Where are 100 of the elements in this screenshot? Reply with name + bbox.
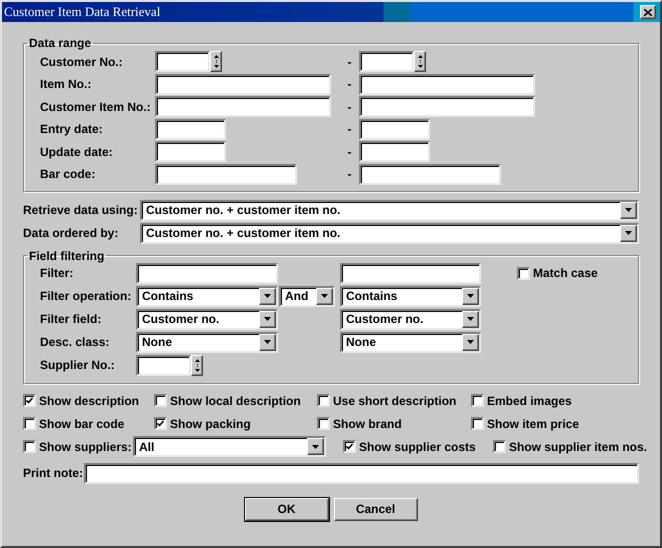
dropdown-field[interactable]: All <box>133 436 326 458</box>
spin-arrows-icon <box>194 358 200 372</box>
field-label: Entry date: <box>40 121 104 138</box>
field-label: Customer No.: <box>40 54 124 70</box>
dialog-button[interactable]: Cancel <box>334 498 418 521</box>
dropdown-field[interactable]: Customer no. <box>340 308 481 330</box>
text-field[interactable] <box>84 462 639 484</box>
dropdown-button[interactable] <box>620 202 637 219</box>
dropdown-button[interactable] <box>316 288 333 305</box>
checkbox-label: Match case <box>533 265 598 282</box>
text-field[interactable] <box>155 141 226 162</box>
dropdown-button[interactable] <box>462 288 479 305</box>
caret-icon <box>625 208 632 212</box>
checkbox[interactable] <box>317 417 330 430</box>
spin-arrows-icon <box>214 55 218 68</box>
check-icon <box>346 443 353 450</box>
checkbox-label: Show supplier item nos. <box>509 438 648 456</box>
checkbox[interactable] <box>493 440 506 454</box>
text-field[interactable] <box>155 96 331 118</box>
range-separator: - <box>346 166 352 184</box>
checkbox[interactable] <box>23 417 36 430</box>
checkbox[interactable] <box>154 394 167 408</box>
text-field[interactable] <box>359 118 430 140</box>
text-field[interactable] <box>155 74 331 95</box>
checkbox[interactable] <box>154 417 167 430</box>
field-label: Filter operation: <box>40 288 132 306</box>
checkbox-label: Show supplier costs <box>359 438 476 456</box>
dropdown-field[interactable]: And <box>279 286 335 307</box>
spin-button[interactable] <box>414 51 426 72</box>
checkbox-label: Show description <box>39 392 140 410</box>
dropdown-button[interactable] <box>620 224 637 242</box>
text-field[interactable] <box>340 262 481 284</box>
text-field[interactable] <box>359 96 535 118</box>
checkbox-label: Show local description <box>170 392 301 410</box>
caret-icon <box>467 340 474 344</box>
checkbox[interactable] <box>23 440 36 454</box>
field-label: Item No.: <box>40 76 92 94</box>
spin-button[interactable] <box>191 354 203 376</box>
text-field[interactable] <box>359 164 501 185</box>
number-field[interactable] <box>136 354 191 376</box>
dropdown-button[interactable] <box>462 310 479 328</box>
check-icon <box>26 397 33 404</box>
dropdown-button[interactable] <box>307 438 324 456</box>
close-button[interactable] <box>640 5 656 19</box>
dropdown-button[interactable] <box>259 334 276 351</box>
checkbox[interactable] <box>471 417 484 430</box>
range-separator: - <box>346 144 352 161</box>
dropdown-field[interactable]: None <box>340 332 481 353</box>
checkbox-label: Show bar code <box>39 416 124 433</box>
check-icon <box>157 420 164 428</box>
text-field[interactable] <box>155 164 297 185</box>
dropdown-field[interactable]: None <box>136 332 278 353</box>
checkbox-label: Use short description <box>333 392 456 410</box>
group-title: Field filtering <box>28 248 106 263</box>
text-field[interactable] <box>155 118 226 140</box>
checkbox[interactable] <box>343 440 356 454</box>
dropdown-field[interactable]: Customer no. + customer item no. <box>140 200 639 221</box>
dropdown-field[interactable]: Customer no. + customer item no. <box>140 222 639 244</box>
checkbox[interactable] <box>517 266 530 280</box>
field-label: Retrieve data using: <box>23 202 139 220</box>
dropdown-field[interactable]: Contains <box>136 286 278 307</box>
dropdown-button[interactable] <box>259 310 276 328</box>
dropdown-field[interactable]: Customer no. <box>136 308 278 330</box>
close-icon <box>644 8 652 16</box>
field-label: Desc. class: <box>40 334 110 352</box>
checkbox[interactable] <box>23 394 36 408</box>
number-field[interactable] <box>155 51 210 72</box>
caret-icon <box>467 317 474 322</box>
checkbox-label: Show brand <box>333 416 402 433</box>
checkbox[interactable] <box>471 394 484 408</box>
number-field[interactable] <box>359 51 414 72</box>
checkbox-label: Show packing <box>170 416 251 433</box>
spin-button[interactable] <box>210 51 222 72</box>
checkbox[interactable] <box>317 394 330 408</box>
caret-icon <box>264 340 271 344</box>
text-field[interactable] <box>359 74 535 95</box>
checkbox-label: Show item price <box>487 416 580 433</box>
caret-icon <box>625 231 632 236</box>
range-separator: - <box>346 76 352 94</box>
field-label: Filter: <box>40 265 74 282</box>
field-label: Bar code: <box>40 166 96 184</box>
checkbox-label: Embed images <box>487 392 572 410</box>
field-label: Update date: <box>40 144 114 161</box>
field-label: Data ordered by: <box>23 225 120 242</box>
checkbox-label: Show suppliers: <box>39 438 132 456</box>
dropdown-field[interactable]: Contains <box>340 286 481 307</box>
field-label: Customer Item No.: <box>40 98 152 116</box>
range-separator: - <box>346 54 352 70</box>
text-field[interactable] <box>136 262 278 284</box>
field-label: Print note: <box>23 465 84 482</box>
caret-icon <box>467 294 474 298</box>
text-field[interactable] <box>359 141 430 162</box>
field-label: Supplier No.: <box>40 357 116 374</box>
dropdown-button[interactable] <box>259 288 276 305</box>
dialog-button[interactable]: OK <box>244 498 328 521</box>
caret-icon <box>264 294 271 298</box>
window-title: Customer Item Data Retrieval <box>4 3 160 22</box>
spin-arrows-icon <box>418 55 422 68</box>
caret-icon <box>321 294 328 298</box>
dropdown-button[interactable] <box>462 334 479 351</box>
